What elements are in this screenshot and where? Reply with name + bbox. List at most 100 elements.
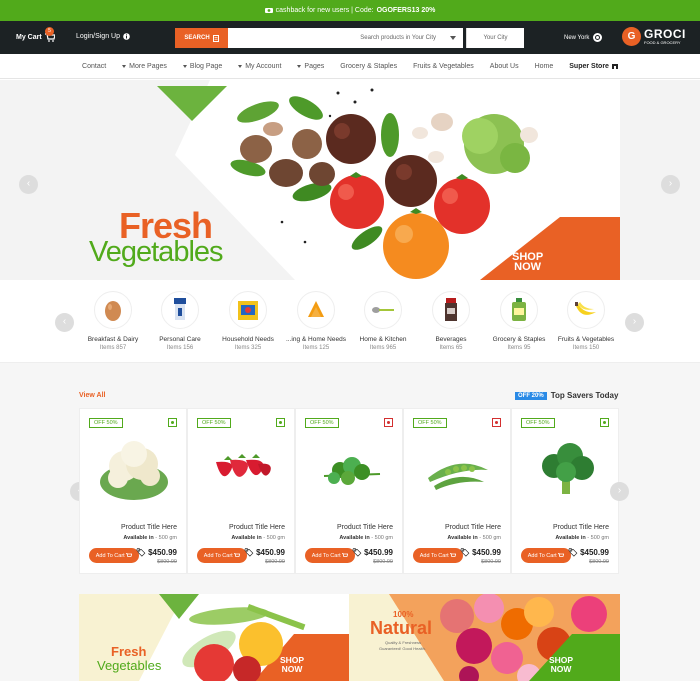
non-veg-indicator-icon bbox=[492, 418, 501, 427]
category-count: Items 150 bbox=[572, 345, 600, 351]
category-icon-frame bbox=[500, 291, 538, 329]
category-count: Items 965 bbox=[369, 345, 397, 351]
product-card[interactable]: OFF 50% Product Title Here Available in … bbox=[187, 408, 295, 574]
document-icon bbox=[212, 34, 219, 42]
category-next-arrow[interactable]: › bbox=[625, 313, 644, 332]
coffee-jar-icon bbox=[445, 298, 457, 321]
category-carousel: ‹ Breakfast & Dairy Items 857 Personal C… bbox=[0, 281, 700, 363]
add-to-cart-label: Add To Cart bbox=[95, 552, 125, 559]
money-icon bbox=[264, 8, 273, 13]
product-availability: Available in - 500 gm bbox=[339, 535, 393, 541]
search-input[interactable]: Search products in Your City bbox=[228, 28, 463, 48]
login-signup-link[interactable]: Login/Sign Up bbox=[76, 33, 130, 40]
view-all-link[interactable]: View All bbox=[79, 392, 105, 399]
category-icon-frame bbox=[94, 291, 132, 329]
product-availability: Available in - 500 gm bbox=[231, 535, 285, 541]
nav-item-my-account[interactable]: My Account bbox=[238, 63, 281, 70]
product-old-price: $800.99 bbox=[265, 559, 285, 565]
egg-icon bbox=[105, 301, 121, 321]
price-value: $450.99 bbox=[148, 548, 177, 557]
shop-now-line2: NOW bbox=[550, 664, 572, 674]
tag-icon: 🏷︎ bbox=[135, 548, 146, 557]
category-item[interactable]: Household Needs Items 325 bbox=[215, 291, 281, 351]
hero-prev-arrow[interactable]: ‹ bbox=[19, 175, 38, 194]
top-savers-section: View All OFF 20% Top Savers Today ‹ OFF … bbox=[0, 363, 700, 681]
veg-indicator-icon bbox=[276, 418, 285, 427]
category-item[interactable]: Home & Kitchen Items 965 bbox=[350, 291, 416, 351]
product-old-price: $800.99 bbox=[481, 559, 501, 565]
cart-icon bbox=[450, 553, 457, 557]
discount-tag: OFF 50% bbox=[89, 418, 123, 428]
nav-item-pages[interactable]: Pages bbox=[297, 63, 324, 70]
promo-banner-fresh-vegetables[interactable]: Fresh Vegetables SHOP NOW bbox=[79, 594, 349, 681]
target-icon bbox=[593, 33, 603, 42]
cart-icon bbox=[342, 553, 349, 557]
price-value: $450.99 bbox=[580, 548, 609, 557]
hero-slider: ‹ › Fresh Vegetables SHOP NOW bbox=[0, 80, 700, 280]
product-old-price: $800.99 bbox=[589, 559, 609, 565]
location-selector[interactable]: New York bbox=[564, 33, 603, 42]
nav-label: Blog Page bbox=[189, 62, 223, 70]
category-count: Items 65 bbox=[439, 345, 463, 351]
discount-tag: OFF 50% bbox=[305, 418, 339, 428]
tag-icon: 🏷︎ bbox=[567, 548, 578, 557]
logo-tagline: FOOD & GROCERY bbox=[644, 39, 681, 45]
nav-item-home[interactable]: Home bbox=[535, 63, 554, 70]
add-to-cart-button[interactable]: Add To Cart bbox=[521, 548, 571, 563]
search-button[interactable]: SEARCH bbox=[175, 28, 228, 48]
add-to-cart-label: Add To Cart bbox=[527, 552, 557, 559]
product-card[interactable]: OFF 50% Product Title Here Available in … bbox=[511, 408, 619, 574]
product-card[interactable]: OFF 50% Product Title Here Available in … bbox=[79, 408, 187, 574]
logo-mark: G bbox=[622, 27, 641, 46]
add-to-cart-button[interactable]: Add To Cart bbox=[89, 548, 139, 563]
banner-shop-now-button[interactable]: SHOP NOW bbox=[280, 656, 304, 674]
veg-indicator-icon bbox=[600, 418, 609, 427]
add-to-cart-button[interactable]: Add To Cart bbox=[197, 548, 247, 563]
add-to-cart-label: Add To Cart bbox=[203, 552, 233, 559]
nav-item-more-pages[interactable]: More Pages bbox=[122, 63, 167, 70]
snack-icon bbox=[308, 301, 324, 317]
city-input[interactable]: Your City bbox=[466, 28, 524, 48]
category-item[interactable]: Grocery & Staples Items 95 bbox=[486, 291, 552, 351]
tag-icon: 🏷︎ bbox=[351, 548, 362, 557]
site-logo[interactable]: G GROCI FOOD & GROCERY bbox=[622, 27, 686, 46]
category-icon-frame bbox=[229, 291, 267, 329]
promo-banner-natural[interactable]: 100% Natural Quality & Freshness Guarant… bbox=[349, 594, 620, 681]
product-title: Product Title Here bbox=[552, 524, 609, 531]
parsley-image bbox=[323, 457, 381, 485]
nav-item-blog-page[interactable]: Blog Page bbox=[182, 62, 223, 70]
category-item[interactable]: Fruits & Vegetables Items 150 bbox=[553, 291, 619, 351]
non-veg-indicator-icon bbox=[384, 418, 393, 427]
add-to-cart-button[interactable]: Add To Cart bbox=[413, 548, 463, 563]
discount-badge: OFF 20% bbox=[515, 391, 547, 400]
banner-shop-now-button[interactable]: SHOP NOW bbox=[549, 656, 573, 674]
price-value: $450.99 bbox=[472, 548, 501, 557]
broccoli-image bbox=[542, 443, 594, 494]
nav-item-fruits-vegetables[interactable]: Fruits & Vegetables bbox=[413, 63, 474, 70]
add-to-cart-button[interactable]: Add To Cart bbox=[305, 548, 355, 563]
search-button-label: SEARCH bbox=[184, 35, 210, 41]
category-item[interactable]: Breakfast & Dairy Items 857 bbox=[80, 291, 146, 351]
product-card[interactable]: OFF 50% Product Title Here Available in … bbox=[295, 408, 403, 574]
bottle-icon bbox=[512, 298, 526, 321]
cart-count-badge: 5 bbox=[45, 27, 54, 36]
product-card[interactable]: OFF 50% Product Title Here Available in … bbox=[403, 408, 511, 574]
avail-value: - 500 gm bbox=[479, 535, 501, 541]
hero-shop-now-button[interactable]: SHOP NOW bbox=[512, 252, 543, 273]
nav-item-grocery-staples[interactable]: Grocery & Staples bbox=[340, 63, 397, 70]
category-icon-frame bbox=[432, 291, 470, 329]
chevron-down-icon[interactable] bbox=[450, 36, 456, 40]
hero-next-arrow[interactable]: › bbox=[661, 175, 680, 194]
product-next-arrow[interactable]: › bbox=[610, 482, 629, 501]
product-old-price: $800.99 bbox=[373, 559, 393, 565]
nav-label: Contact bbox=[82, 62, 107, 70]
category-item[interactable]: Beverages Items 65 bbox=[418, 291, 484, 351]
category-item[interactable]: Personal Care Items 156 bbox=[147, 291, 213, 351]
category-item[interactable]: ...ing & Home Needs Items 125 bbox=[283, 291, 349, 351]
nav-item-super-store[interactable]: Super Store bbox=[569, 63, 618, 70]
nav-item-contact[interactable]: Contact bbox=[82, 63, 106, 70]
add-to-cart-label: Add To Cart bbox=[419, 552, 449, 559]
product-title: Product Title Here bbox=[336, 524, 393, 531]
nav-item-about-us[interactable]: About Us bbox=[490, 63, 519, 70]
category-prev-arrow[interactable]: ‹ bbox=[55, 313, 74, 332]
